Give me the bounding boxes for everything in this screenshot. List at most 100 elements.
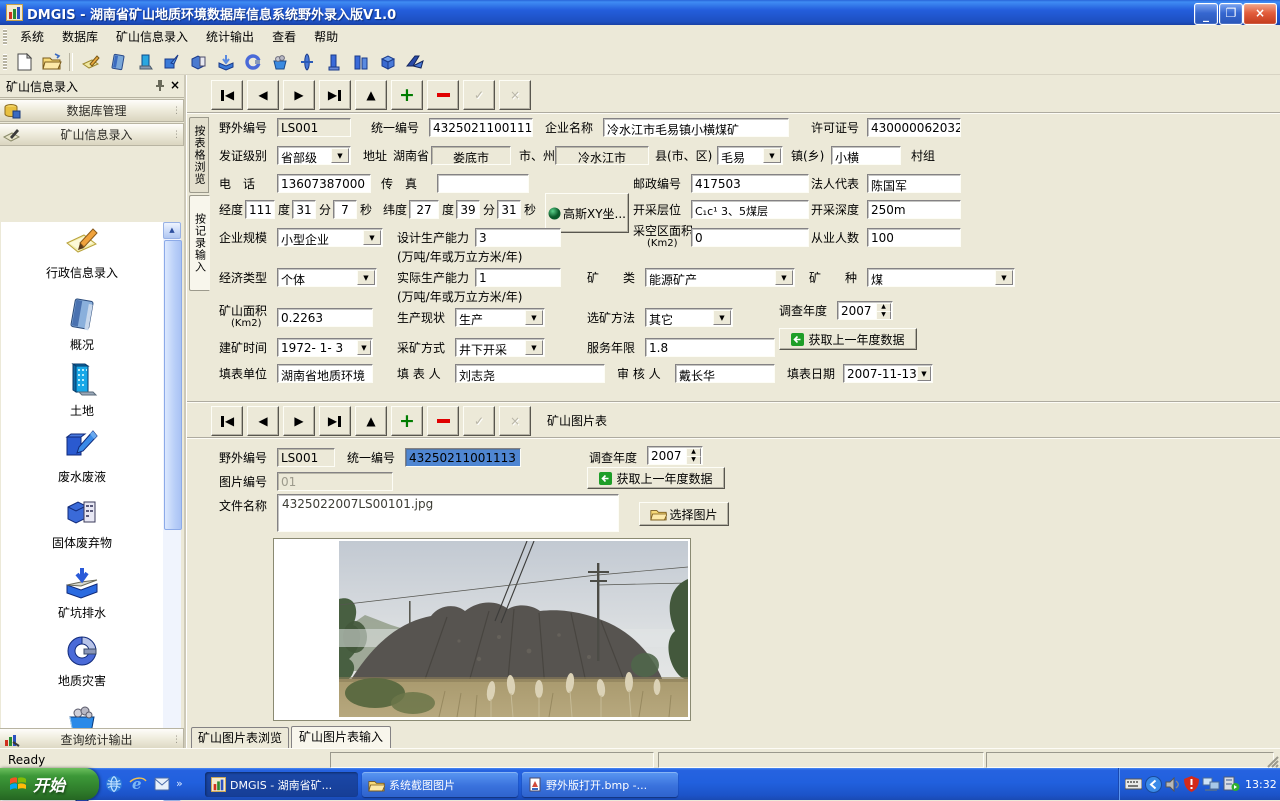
license-input[interactable]: 4300000620321 [867,118,961,137]
security-shield-tray-icon[interactable] [1184,776,1199,792]
nav-next-button[interactable]: ▶ [283,80,315,110]
mining-method-combo[interactable]: 井下开采▼ [455,338,545,357]
close-button[interactable]: × [1243,3,1277,25]
language-tray-icon[interactable] [1145,776,1162,793]
photo-number-input[interactable]: 01 [277,472,393,491]
prefecture-input[interactable]: 冷水江市 [555,146,649,165]
sub-nav-last-button[interactable]: ▶ [319,406,351,436]
sidebar-item-wastewater[interactable]: 废水废液 [1,427,163,485]
economy-type-combo[interactable]: 个体▼ [277,268,377,287]
mining-layer-input[interactable]: C₁c¹ 3、5煤层 [691,200,809,219]
menu-view[interactable]: 查看 [263,25,305,48]
column-chart-icon[interactable] [294,50,319,73]
sub-fetch-previous-year-button[interactable]: 获取上一年度数据 [587,467,725,489]
gauss-xy-button[interactable]: 高斯XY坐... [545,193,629,233]
goaf-area-input[interactable]: 0 [691,228,809,247]
show-desktop-icon[interactable] [104,774,124,794]
minimize-button[interactable]: _ [1194,3,1218,25]
scroll-up-icon[interactable]: ▲ [163,222,181,239]
volume-tray-icon[interactable] [1165,777,1181,792]
restore-button[interactable]: ❐ [1219,3,1243,25]
auditor-input[interactable]: 戴长华 [675,364,775,383]
nav-delete-button[interactable] [427,80,459,110]
menu-system[interactable]: 系统 [11,25,53,48]
build-time-combo[interactable]: 1972- 1- 3▼ [277,338,373,357]
nav-prev-button[interactable]: ◀ [247,80,279,110]
beneficiation-combo[interactable]: 其它▼ [645,308,733,327]
land-icon[interactable] [132,50,157,73]
chevron-down-icon[interactable]: ▼ [763,148,781,163]
tab-picture-browse[interactable]: 矿山图片表浏览 [191,727,289,748]
menu-mine-info-entry[interactable]: 矿山信息录入 [107,25,197,48]
spin-down-icon[interactable]: ▼ [686,456,701,465]
legal-rep-input[interactable]: 陈国军 [867,174,961,193]
service-years-input[interactable]: 1.8 [645,338,775,357]
nav-add-button[interactable]: + [391,80,423,110]
chevron-down-icon[interactable]: ▼ [713,310,731,325]
survey-icon[interactable] [267,50,292,73]
phone-input[interactable]: 13607387000 [277,174,371,193]
fill-unit-input[interactable]: 湖南省地质环境 [277,364,373,383]
menu-statistics-output[interactable]: 统计输出 [197,25,263,48]
fax-input[interactable] [437,174,529,193]
lon-sec-input[interactable]: 7 [333,200,357,219]
taskbar-task-folder[interactable]: 系统截图图片 [362,772,518,797]
chevron-down-icon[interactable]: ▼ [995,270,1013,285]
sub-nav-delete-button[interactable] [427,406,459,436]
sub-nav-prev-button[interactable]: ◀ [247,406,279,436]
solid-waste-icon[interactable] [186,50,211,73]
design-capacity-input[interactable]: 3 [475,228,561,247]
box-icon[interactable] [375,50,400,73]
sidebar-item-geohazard[interactable]: 地质灾害 [1,633,163,689]
actual-capacity-input[interactable]: 1 [475,268,561,287]
spin-down-icon[interactable]: ▼ [876,311,891,320]
county-combo[interactable]: 毛易▼ [717,146,783,165]
new-document-icon[interactable] [12,50,37,73]
lon-min-input[interactable]: 31 [292,200,316,219]
toolbar-grip[interactable] [3,54,7,70]
resize-grip[interactable] [1266,755,1279,768]
geohazard-icon[interactable] [240,50,265,73]
staff-count-input[interactable]: 100 [867,228,961,247]
sub-field-code-input[interactable]: LS001 [277,448,335,467]
mine-kind-combo[interactable]: 煤▼ [867,268,1015,287]
production-status-combo[interactable]: 生产▼ [455,308,545,327]
scrollbar-thumb[interactable] [164,240,182,530]
mine-class-combo[interactable]: 能源矿产▼ [645,268,795,287]
taskbar-task-dmgis[interactable]: DMGIS - 湖南省矿... [205,772,358,797]
file-name-input[interactable]: 4325022007LS00101.jpg [277,494,619,532]
keyboard-tray-icon[interactable] [1125,778,1142,790]
sub-nav-cancel-button[interactable]: × [499,406,531,436]
lat-deg-input[interactable]: 27 [409,200,439,219]
update-tray-icon[interactable] [1223,776,1240,792]
unified-code-input[interactable]: 43250211001113 [429,118,533,137]
tab-picture-entry[interactable]: 矿山图片表输入 [291,726,391,748]
menu-grip[interactable] [3,29,7,45]
sub-nav-next-button[interactable]: ▶ [283,406,315,436]
company-input[interactable]: 冷水江市毛易镇小横煤矿 [603,118,789,137]
enterprise-scale-combo[interactable]: 小型企业▼ [277,228,383,247]
start-button[interactable]: 开始 [0,768,99,800]
lat-sec-input[interactable]: 31 [497,200,521,219]
sidebar-item-overview[interactable]: 概况 [1,297,163,353]
sub-survey-year-spinner[interactable]: 2007 ▲ ▼ [647,446,703,465]
cert-level-combo[interactable]: 省部级▼ [277,146,351,165]
buildings-icon[interactable] [348,50,373,73]
filler-input[interactable]: 刘志尧 [455,364,605,383]
drainage-icon[interactable] [213,50,238,73]
outlook-icon[interactable] [152,774,172,794]
chevron-down-icon[interactable]: ▼ [363,230,381,245]
sidebar-group-mine-entry[interactable]: 矿山信息录入 ⋮ [0,123,184,146]
sidebar-group-database[interactable]: 数据库管理 ⋮ [0,99,184,122]
fetch-previous-year-button[interactable]: 获取上一年度数据 [779,328,917,350]
sub-nav-first-button[interactable]: ◀ [211,406,243,436]
nav-first-button[interactable]: ◀ [211,80,243,110]
city-input[interactable]: 娄底市 [431,146,511,165]
pillar-icon[interactable] [321,50,346,73]
tab-record-entry[interactable]: 按记录输入 [189,195,210,291]
sidebar-item-land[interactable]: 土地 [1,363,163,419]
taskbar-task-bmp[interactable]: 野外版打开.bmp -... [522,772,678,797]
chevron-down-icon[interactable]: ▼ [331,148,349,163]
chevron-down-icon[interactable]: ▼ [775,270,793,285]
sidebar-item-pit-drainage[interactable]: 矿坑排水 [1,565,163,621]
